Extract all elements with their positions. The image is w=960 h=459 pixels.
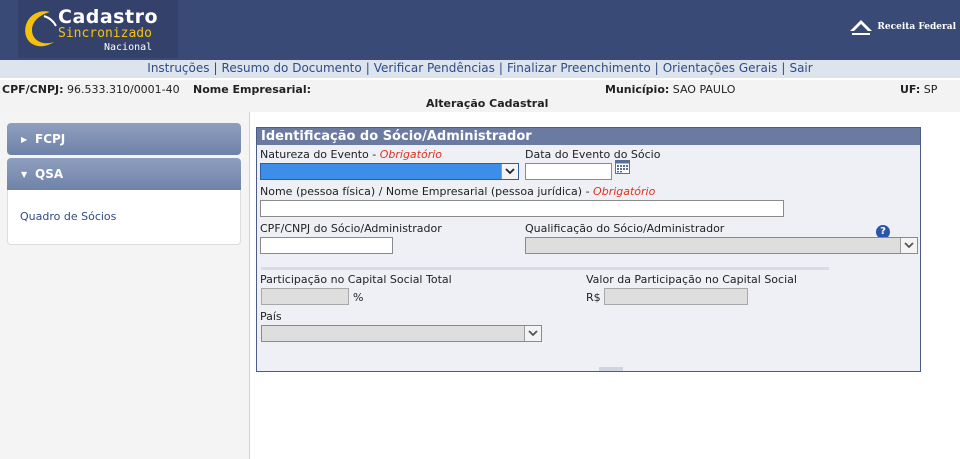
uf-value: SP [923,83,938,96]
natureza-evento-label-text: Natureza do Evento - [260,148,380,161]
municipio-label: Município: [605,83,670,96]
sidebar-item-fcpj[interactable]: ▶ FCPJ [7,123,241,155]
receita-federal-emblem-icon [850,20,873,35]
nav-instrucoes[interactable]: Instruções [147,61,209,75]
nome-empresarial-info: Nome Empresarial: [193,83,311,96]
identificacao-socio-panel: Identificação do Sócio/Administrador Nat… [256,127,921,372]
municipio-info: Município: SAO PAULO [605,83,735,96]
municipio-value: SAO PAULO [672,83,736,96]
pais-select[interactable] [261,325,542,342]
panel-title: Identificação do Sócio/Administrador [257,128,920,145]
chevron-down-icon[interactable] [501,164,518,179]
cpf-cnpj-label: CPF/CNPJ: [2,83,64,96]
panel-resize-handle [599,367,623,371]
required-marker: Obrigatório [593,185,656,198]
cpf-cnpj-value: 96.533.310/0001-40 [67,83,180,96]
nav-resumo-documento[interactable]: Resumo do Documento [222,61,362,75]
app-header: Cadastro Sincronizado Nacional Receita F… [0,0,960,60]
nav-finalizar-preenchimento[interactable]: Finalizar Preenchimento [507,61,651,75]
cadastro-sincronizado-logo: Cadastro Sincronizado Nacional [18,0,178,58]
cpf-cnpj-info: CPF/CNPJ: 96.533.310/0001-40 [2,83,180,96]
quadro-de-socios-link[interactable]: Quadro de Sócios [20,210,116,223]
logo-title: Cadastro [58,6,159,28]
natureza-evento-label: Natureza do Evento - Obrigatório [260,148,442,161]
nav-separator: | [781,61,786,75]
triangle-right-icon: ▶ [21,135,28,144]
currency-unit: R$ [586,291,601,304]
natureza-evento-select[interactable] [260,163,519,180]
data-evento-input[interactable] [525,163,612,180]
nome-socio-label: Nome (pessoa física) / Nome Empresarial … [260,185,655,198]
qualificacao-label: Qualificação do Sócio/Administrador [525,222,725,235]
cpf-socio-label: CPF/CNPJ do Sócio/Administrador [260,222,442,235]
form-body: Natureza do Evento - Obrigatório Data do… [257,145,920,371]
nav-separator: | [498,61,503,75]
nav-separator: | [654,61,659,75]
nome-socio-label-text: Nome (pessoa física) / Nome Empresarial … [260,185,594,198]
uf-info: UF: SP [900,83,937,96]
nav-sair[interactable]: Sair [789,61,812,75]
valor-participacao-label: Valor da Participação no Capital Social [586,273,797,286]
valor-participacao-input[interactable] [604,288,748,305]
percent-unit: % [353,291,364,304]
nome-empresarial-label: Nome Empresarial: [193,83,312,96]
sidebar-item-label: QSA [35,167,64,181]
nav-separator: | [213,61,218,75]
calendar-icon[interactable] [615,160,630,174]
required-marker: Obrigatório [379,148,443,161]
top-navigation: Instruções | Resumo do Documento | Verificar… [0,60,960,78]
receita-federal-text: Receita Federal [877,22,956,32]
sidebar-item-qsa[interactable]: ▼ QSA [7,158,241,190]
sidebar-item-label: FCPJ [35,132,66,146]
chevron-down-icon[interactable] [900,238,917,253]
cpf-socio-input[interactable] [260,237,393,254]
receita-federal-logo: Receita Federal [848,17,956,37]
qualificacao-select[interactable] [525,237,918,254]
participacao-input[interactable] [261,288,349,305]
data-evento-label: Data do Evento do Sócio [525,148,661,161]
uf-label: UF: [900,83,921,96]
logo-caption: Nacional [104,42,153,53]
page-title: Alteração Cadastral [426,97,549,110]
triangle-down-icon: ▼ [21,170,28,179]
sidebar: ▶ FCPJ ▼ QSA Quadro de Sócios [0,112,250,459]
nome-socio-input[interactable] [260,200,784,217]
nav-separator: | [365,61,370,75]
logo-subtitle: Sincronizado [58,26,152,41]
info-bar: CPF/CNPJ: 96.533.310/0001-40 Nome Empres… [0,80,960,112]
qsa-submenu: Quadro de Sócios [7,190,241,245]
pais-label: País [260,310,282,323]
nav-verificar-pendencias[interactable]: Verificar Pendências [374,61,495,75]
chevron-down-icon[interactable] [524,326,541,341]
participacao-label: Participação no Capital Social Total [260,273,452,286]
nav-orientacoes-gerais[interactable]: Orientações Gerais [663,61,778,75]
section-divider [261,267,829,270]
